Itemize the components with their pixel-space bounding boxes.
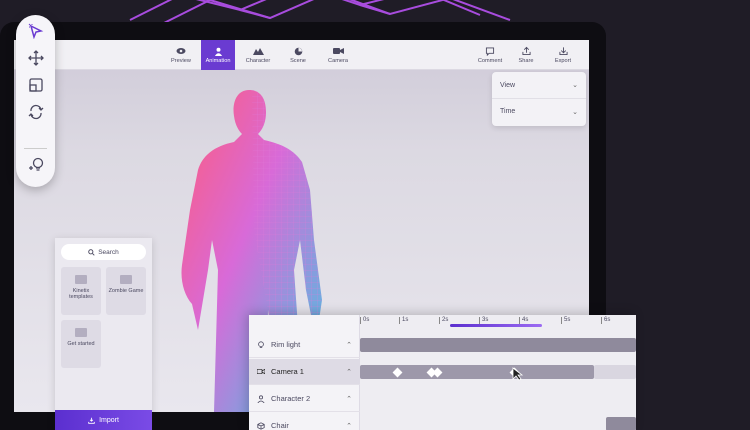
tab-label: Scene bbox=[290, 58, 306, 64]
chevron-up-icon[interactable]: ⌃ bbox=[346, 422, 352, 430]
tab-animation[interactable]: Animation bbox=[201, 40, 235, 70]
share-icon bbox=[520, 46, 532, 56]
action-label: Export bbox=[554, 58, 572, 64]
chair-clip[interactable] bbox=[606, 417, 636, 430]
view-dropdown[interactable]: View ⌄ bbox=[492, 72, 586, 98]
track-label: Camera 1 bbox=[271, 367, 304, 376]
camera-icon bbox=[257, 368, 265, 376]
view-time-panel: View ⌄ Time ⌄ bbox=[492, 72, 586, 126]
tab-label: Animation bbox=[205, 58, 231, 64]
bulb-icon bbox=[257, 340, 265, 349]
character-icon bbox=[252, 46, 264, 56]
scene-icon bbox=[292, 46, 304, 56]
scale-icon[interactable] bbox=[26, 75, 46, 95]
mouse-cursor-icon bbox=[512, 367, 524, 381]
search-placeholder: Search bbox=[98, 248, 119, 256]
asset-folder[interactable]: Kinetix templates bbox=[61, 267, 101, 315]
chevron-up-icon[interactable]: ⌃ bbox=[346, 395, 352, 403]
export-button[interactable]: Export bbox=[546, 40, 580, 70]
chevron-up-icon[interactable]: ⌃ bbox=[346, 341, 352, 349]
folder-label: Kinetix templates bbox=[69, 288, 93, 300]
ruler-tick: 3s bbox=[478, 317, 489, 324]
track-rim-light[interactable]: Rim light ⌃ bbox=[249, 332, 360, 358]
rim-light-clip[interactable] bbox=[360, 338, 636, 352]
assets-panel: Search Kinetix templates Zombie Game Get… bbox=[55, 238, 152, 430]
ruler-tick: 5s bbox=[560, 317, 571, 324]
chevron-up-icon[interactable]: ⌃ bbox=[346, 368, 352, 376]
track-label: Character 2 bbox=[271, 394, 311, 403]
import-icon bbox=[88, 417, 95, 424]
import-button[interactable]: Import bbox=[55, 410, 152, 430]
view-label: View bbox=[500, 81, 516, 89]
search-input[interactable]: Search bbox=[61, 244, 146, 260]
comment-icon bbox=[484, 46, 496, 56]
ruler-tick: 4s bbox=[518, 317, 529, 324]
track-chair[interactable]: Chair ⌃ bbox=[249, 413, 360, 430]
tool-pill bbox=[16, 15, 55, 187]
playback-range[interactable] bbox=[450, 324, 542, 327]
folder-label: Get started bbox=[67, 341, 95, 347]
camera-icon bbox=[332, 46, 344, 56]
tab-scene[interactable]: Scene bbox=[281, 40, 315, 70]
share-button[interactable]: Share bbox=[509, 40, 543, 70]
ruler-tick: 6s bbox=[600, 317, 611, 324]
folder-label: Zombie Game bbox=[108, 288, 144, 294]
tab-label: Preview bbox=[171, 58, 191, 64]
move-icon[interactable] bbox=[26, 48, 46, 68]
ruler-tick: 2s bbox=[438, 317, 449, 324]
tab-camera[interactable]: Camera bbox=[321, 40, 355, 70]
camera-1-tail bbox=[594, 365, 636, 379]
comment-button[interactable]: Comment bbox=[473, 40, 507, 70]
top-toolbar: Preview Animation Character Scene Camera… bbox=[14, 40, 589, 70]
folder-icon bbox=[120, 275, 132, 284]
time-dropdown[interactable]: Time ⌄ bbox=[492, 98, 586, 124]
tab-preview[interactable]: Preview bbox=[164, 40, 198, 70]
ruler-tick: 1s bbox=[398, 317, 409, 324]
chevron-down-icon: ⌄ bbox=[572, 108, 578, 116]
track-label: Rim light bbox=[271, 340, 301, 349]
asset-folder[interactable]: Zombie Game bbox=[106, 267, 146, 315]
track-list: Rim light ⌃ Camera 1 ⌃ Character 2 ⌃ Cha… bbox=[249, 315, 360, 430]
import-label: Import bbox=[99, 416, 119, 424]
track-label: Chair bbox=[271, 421, 289, 430]
time-label: Time bbox=[500, 108, 516, 115]
search-icon bbox=[88, 248, 95, 256]
action-label: Comment bbox=[477, 58, 503, 64]
export-icon bbox=[557, 46, 569, 56]
folder-icon bbox=[75, 328, 87, 337]
tab-character[interactable]: Character bbox=[241, 40, 275, 70]
asset-folder[interactable]: Get started bbox=[61, 320, 101, 368]
eye-icon bbox=[175, 46, 187, 56]
person-icon bbox=[257, 394, 265, 403]
ruler-tick: 0s bbox=[359, 317, 370, 324]
divider bbox=[24, 148, 47, 149]
tab-label: Camera bbox=[328, 58, 348, 64]
tab-label: Character bbox=[245, 58, 271, 64]
timeline-panel: Rim light ⌃ Camera 1 ⌃ Character 2 ⌃ Cha… bbox=[249, 315, 636, 430]
chevron-down-icon: ⌄ bbox=[572, 82, 578, 89]
add-light-icon[interactable] bbox=[26, 155, 46, 175]
select-cursor-icon[interactable] bbox=[26, 21, 46, 41]
track-character-2[interactable]: Character 2 ⌃ bbox=[249, 386, 360, 412]
track-camera-1[interactable]: Camera 1 ⌃ bbox=[249, 359, 360, 385]
rotate-icon[interactable] bbox=[26, 102, 46, 122]
cube-icon bbox=[257, 421, 265, 430]
action-label: Share bbox=[518, 58, 534, 64]
person-icon bbox=[212, 46, 224, 56]
folder-icon bbox=[75, 275, 87, 284]
